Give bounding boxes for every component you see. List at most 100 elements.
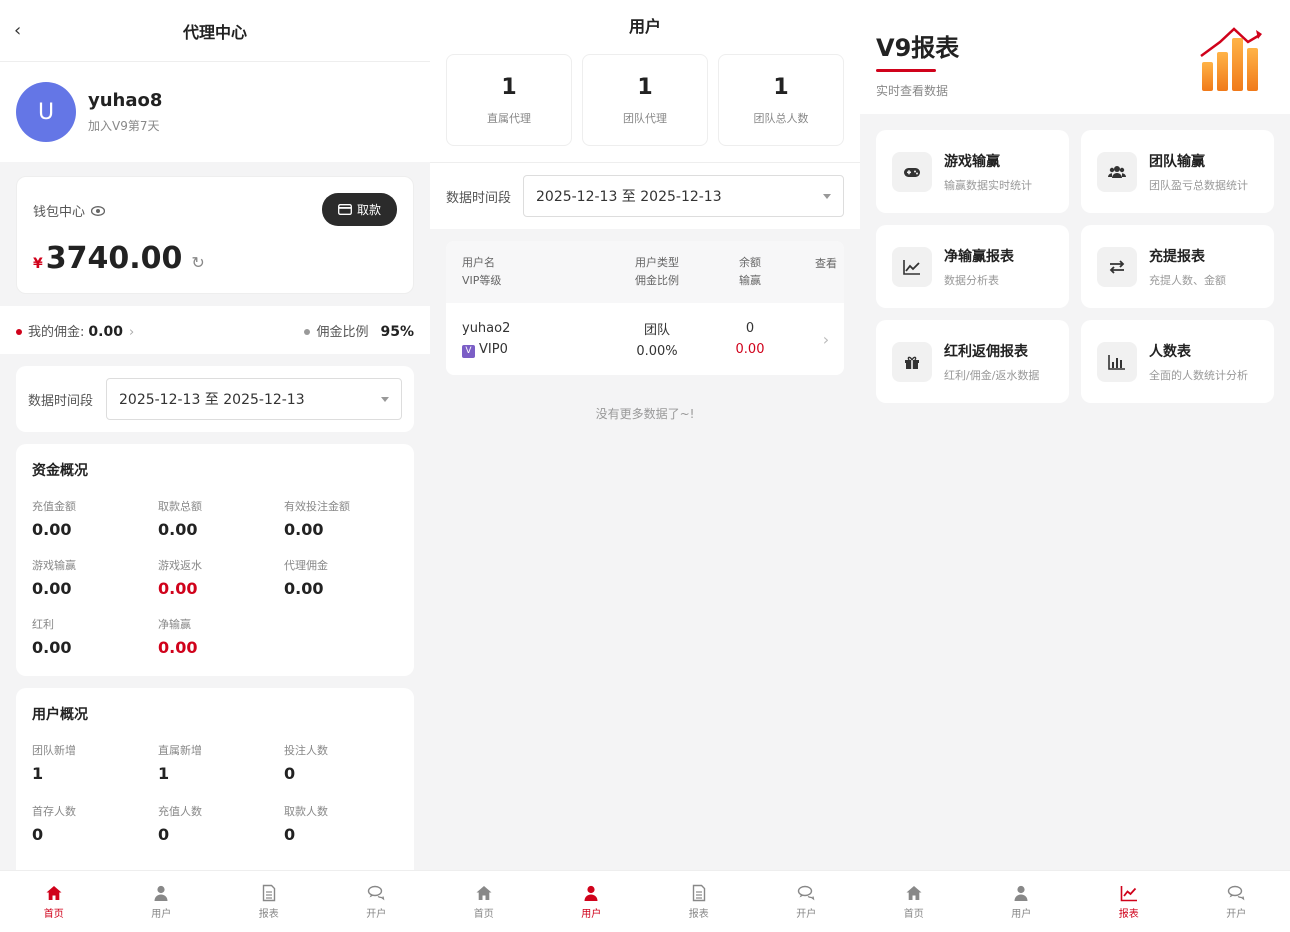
stat-card: 1 直属代理 — [446, 54, 572, 146]
no-more-text: 没有更多数据了~! — [595, 407, 695, 421]
chat-icon — [797, 884, 815, 902]
user-stat-item: 团队新增 1 — [32, 742, 158, 783]
report-card[interactable]: 红利返佣报表 红利/佣金/返水数据 — [876, 320, 1069, 403]
user-stat-label: 首存人数 — [32, 805, 76, 818]
user-icon — [152, 884, 170, 902]
chevron-right-icon[interactable]: › — [798, 330, 844, 349]
fund-label: 游戏输赢 — [32, 559, 76, 572]
tab-home[interactable]: 首页 — [860, 871, 968, 932]
my-commission[interactable]: 我的佣金: 0.00 › — [16, 321, 134, 340]
gamepad-icon — [892, 151, 932, 192]
tab-report[interactable]: 报表 — [1075, 871, 1183, 932]
date-range-select[interactable]: 2025-12-13 至 2025-12-13 — [523, 175, 844, 217]
bar-chart-logo-icon — [1200, 27, 1262, 91]
profile: U yuhao8 加入V9第7天 — [0, 62, 430, 162]
chat-icon — [1227, 884, 1245, 902]
fund-label: 游戏返水 — [158, 559, 202, 572]
fund-label: 净输赢 — [158, 618, 191, 631]
fund-item: 游戏输赢 0.00 — [32, 557, 158, 598]
report-title: 红利返佣报表 — [944, 343, 1028, 360]
bar-chart-icon — [1097, 341, 1137, 382]
user-stat-label: 直属新增 — [158, 744, 202, 757]
funds-overview: 资金概况 充值金额 0.00 取款总额 0.00 有效投注金额 0.00 游戏输赢 0.00 游… — [16, 444, 414, 676]
table-row[interactable]: yuhao2 V VIP0 团队 0.00% 0 0.00 › — [446, 303, 844, 375]
tab-label: 首页 — [43, 908, 64, 920]
line-chart-icon — [892, 246, 932, 287]
tab-home[interactable]: 首页 — [0, 871, 108, 932]
tab-label: 开户 — [366, 908, 387, 920]
report-title: 充提报表 — [1149, 248, 1205, 265]
fund-value: 0.00 — [158, 579, 198, 598]
date-filter: 数据时间段 2025-12-13 至 2025-12-13 — [16, 366, 414, 432]
page-title: 代理中心 — [182, 22, 247, 42]
chevron-right-icon: › — [128, 324, 135, 340]
report-card[interactable]: 人数表 全面的人数统计分析 — [1081, 320, 1274, 403]
commission-bar: 我的佣金: 0.00 › 佣金比例 95% — [0, 306, 430, 354]
exchange-icon — [1097, 246, 1137, 287]
report-icon — [260, 884, 278, 902]
fund-value: 0.00 — [158, 638, 198, 657]
balance: 3740.00 — [45, 241, 183, 276]
section-title: 资金概况 — [32, 463, 88, 479]
tab-chat[interactable]: 开户 — [753, 871, 861, 932]
home-icon — [475, 884, 493, 902]
fund-label: 红利 — [32, 618, 54, 631]
fund-item: 净输赢 0.00 — [158, 616, 284, 657]
tab-bar: 首页 用户 报表 开户 — [430, 870, 860, 932]
tab-label: 用户 — [1011, 908, 1032, 920]
tab-user[interactable]: 用户 — [538, 871, 646, 932]
date-filter: 数据时间段 2025-12-13 至 2025-12-13 — [430, 163, 860, 229]
row-username: yuhao2 — [462, 320, 511, 336]
chat-icon — [367, 884, 385, 902]
user-stat-item: 首存人数 0 — [32, 803, 158, 844]
tab-report[interactable]: 报表 — [645, 871, 753, 932]
users-overview: 用户概况 团队新增 1 直属新增 1 投注人数 0 首存人数 0 充值人数 0 取款人数 0 — [16, 688, 414, 888]
reports-screen: V9报表 实时查看数据 游戏输赢 输赢数据实时统计 团队输赢 团队盈亏总数据统计 净输赢… — [860, 0, 1290, 932]
user-icon — [582, 884, 600, 902]
tab-label: 用户 — [581, 908, 602, 920]
user-stat-value: 0 — [284, 825, 296, 844]
tab-user[interactable]: 用户 — [108, 871, 216, 932]
report-card[interactable]: 团队输赢 团队盈亏总数据统计 — [1081, 130, 1274, 213]
back-icon[interactable]: ‹ — [14, 20, 21, 41]
fund-value: 0.00 — [158, 520, 198, 539]
fund-value: 0.00 — [32, 520, 72, 539]
reports-header: V9报表 实时查看数据 — [860, 0, 1290, 114]
report-card[interactable]: 游戏输赢 输赢数据实时统计 — [876, 130, 1069, 213]
date-range-select[interactable]: 2025-12-13 至 2025-12-13 — [106, 378, 402, 420]
withdraw-button[interactable]: 取款 — [321, 193, 397, 226]
report-title: 游戏输赢 — [944, 153, 1000, 170]
report-card[interactable]: 净输赢报表 数据分析表 — [876, 225, 1069, 308]
fund-item: 充值金额 0.00 — [32, 498, 158, 539]
home-icon — [905, 884, 923, 902]
username: yuhao8 — [88, 90, 163, 111]
report-title: 团队输赢 — [1149, 153, 1205, 170]
vip-badge-icon: V — [462, 344, 475, 358]
report-card[interactable]: 充提报表 充提人数、金额 — [1081, 225, 1274, 308]
report-desc: 红利/佣金/返水数据 — [944, 368, 1040, 382]
user-stat-item: 取款人数 0 — [284, 803, 410, 844]
refresh-icon[interactable]: ↻ — [191, 253, 204, 272]
stat-card: 1 团队总人数 — [718, 54, 844, 146]
tab-chat[interactable]: 开户 — [323, 871, 431, 932]
report-icon — [1120, 884, 1138, 902]
user-stat-value: 1 — [32, 764, 44, 783]
fund-item: 取款总额 0.00 — [158, 498, 284, 539]
tab-chat[interactable]: 开户 — [1183, 871, 1290, 932]
tab-report[interactable]: 报表 — [215, 871, 323, 932]
users-icon — [1097, 151, 1137, 192]
tab-user[interactable]: 用户 — [968, 871, 1076, 932]
fund-item: 红利 0.00 — [32, 616, 158, 657]
fund-item: 有效投注金额 0.00 — [284, 498, 410, 539]
fund-label: 代理佣金 — [284, 559, 328, 572]
tab-home[interactable]: 首页 — [430, 871, 538, 932]
tab-label: 开户 — [796, 908, 817, 920]
join-days: 加入V9第7天 — [88, 119, 160, 133]
user-stat-label: 投注人数 — [284, 744, 328, 757]
eye-icon[interactable] — [91, 205, 106, 216]
date-label: 数据时间段 — [28, 393, 94, 409]
fund-item: 代理佣金 0.00 — [284, 557, 410, 598]
fund-label: 有效投注金额 — [284, 500, 350, 513]
home-icon — [45, 884, 63, 902]
tab-label: 开户 — [1226, 908, 1247, 920]
